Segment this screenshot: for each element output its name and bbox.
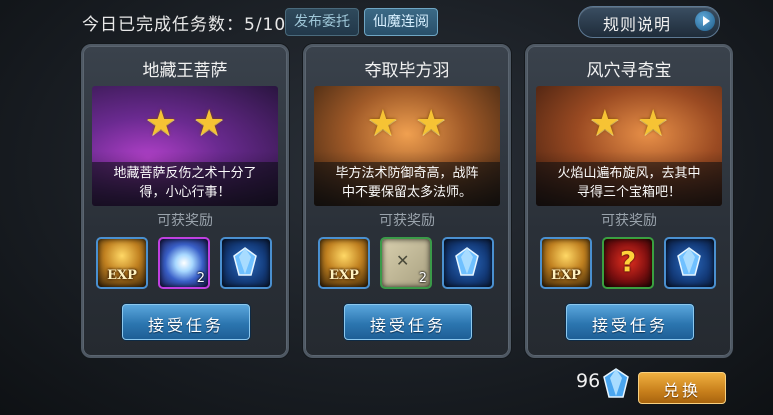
- currency-amount: 96: [576, 370, 601, 392]
- quest-title: 地藏王菩萨: [142, 61, 228, 81]
- daily-progress-text: 今日已完成任务数：5/10: [82, 15, 287, 35]
- blue-gem-icon[interactable]: [220, 237, 272, 289]
- reward-list: EXP 2: [96, 237, 276, 289]
- gem-shape: [455, 247, 479, 276]
- quest-title: 风穴寻奇宝: [586, 61, 672, 81]
- accept-quest-button[interactable]: 接受任务: [122, 304, 250, 340]
- quest-description: 地藏菩萨反伤之术十分了 得，小心行事！: [92, 162, 278, 206]
- accept-quest-label: 接受任务: [591, 316, 668, 335]
- reward-heading: 可获奖励: [601, 213, 657, 229]
- reward-count: 2: [418, 271, 427, 286]
- exp-icon[interactable]: EXP: [96, 237, 148, 289]
- reward-heading: 可获奖励: [157, 213, 213, 229]
- map-scroll-icon[interactable]: ✕ 2: [380, 237, 432, 289]
- star-icon: ★: [193, 103, 226, 144]
- exp-label: EXP: [551, 268, 581, 283]
- accept-quest-button[interactable]: 接受任务: [566, 304, 694, 340]
- blue-gem-icon: [603, 368, 629, 398]
- reward-list: EXP ✕ 2: [318, 237, 498, 289]
- quest-description-line: 地藏菩萨反伤之术十分了: [113, 166, 257, 181]
- quest-scene-image: ★ ★ 火焰山遍布旋风，去其中 寻得三个宝箱吧！: [536, 86, 722, 206]
- gem-shape: [677, 247, 701, 276]
- accept-quest-label: 接受任务: [147, 316, 224, 335]
- rules-button-label: 规则说明: [603, 15, 672, 34]
- spirit-orb-icon[interactable]: 2: [158, 237, 210, 289]
- quest-card-3: 风穴寻奇宝 ★ ★ 火焰山遍布旋风，去其中 寻得三个宝箱吧！ 可获奖励 EXP ?…: [525, 44, 733, 358]
- map-mark-icon: ✕: [396, 251, 410, 270]
- mystery-box-icon[interactable]: ?: [602, 237, 654, 289]
- gem-shape: [233, 247, 257, 276]
- top-bar: 今日已完成任务数：5/10 发布委托 仙魔连阅 规则说明: [0, 0, 773, 40]
- exp-icon[interactable]: EXP: [540, 237, 592, 289]
- quest-description-line: 得，小心行事！: [139, 185, 231, 200]
- accept-quest-button[interactable]: 接受任务: [344, 304, 472, 340]
- quest-card-2: 夺取毕方羽 ★ ★ 毕方法术防御奇高，战阵 中不要保留太多法师。 可获奖励 EXP…: [303, 44, 511, 358]
- quest-card-1: 地藏王菩萨 ★ ★ 地藏菩萨反伤之术十分了 得，小心行事！ 可获奖励 EXP 2 …: [81, 44, 289, 358]
- tab-publish-commission[interactable]: 发布委托: [285, 8, 359, 36]
- exchange-button-label: 兑换: [662, 381, 701, 400]
- reward-heading: 可获奖励: [379, 213, 435, 229]
- quest-description: 火焰山遍布旋风，去其中 寻得三个宝箱吧！: [536, 162, 722, 206]
- question-mark-icon: ?: [619, 245, 637, 278]
- quest-scene-image: ★ ★ 毕方法术防御奇高，战阵 中不要保留太多法师。: [314, 86, 500, 206]
- exp-icon[interactable]: EXP: [318, 237, 370, 289]
- quest-scene-image: ★ ★ 地藏菩萨反伤之术十分了 得，小心行事！: [92, 86, 278, 206]
- exchange-button[interactable]: 兑换: [638, 372, 726, 404]
- difficulty-stars: ★ ★: [92, 106, 278, 142]
- quest-description-line: 寻得三个宝箱吧！: [576, 185, 681, 200]
- quest-description: 毕方法术防御奇高，战阵 中不要保留太多法师。: [314, 162, 500, 206]
- tab-xianmo-lianyue[interactable]: 仙魔连阅: [364, 8, 438, 36]
- accept-quest-label: 接受任务: [369, 316, 446, 335]
- star-icon: ★: [415, 103, 448, 144]
- difficulty-stars: ★ ★: [314, 106, 500, 142]
- star-icon: ★: [637, 103, 670, 144]
- star-icon: ★: [144, 103, 177, 144]
- arrow-right-icon: [695, 11, 715, 31]
- exp-label: EXP: [107, 268, 137, 283]
- quest-title: 夺取毕方羽: [364, 61, 450, 81]
- difficulty-stars: ★ ★: [536, 106, 722, 142]
- rules-button[interactable]: 规则说明: [578, 6, 720, 38]
- quest-description-line: 中不要保留太多法师。: [341, 185, 472, 200]
- reward-count: 2: [196, 271, 205, 286]
- quest-description-line: 火焰山遍布旋风，去其中: [557, 166, 701, 181]
- blue-gem-icon[interactable]: [442, 237, 494, 289]
- exp-label: EXP: [329, 268, 359, 283]
- star-icon: ★: [588, 103, 621, 144]
- star-icon: ★: [366, 103, 399, 144]
- blue-gem-icon[interactable]: [664, 237, 716, 289]
- quest-description-line: 毕方法术防御奇高，战阵: [335, 166, 479, 181]
- reward-list: EXP ?: [540, 237, 720, 289]
